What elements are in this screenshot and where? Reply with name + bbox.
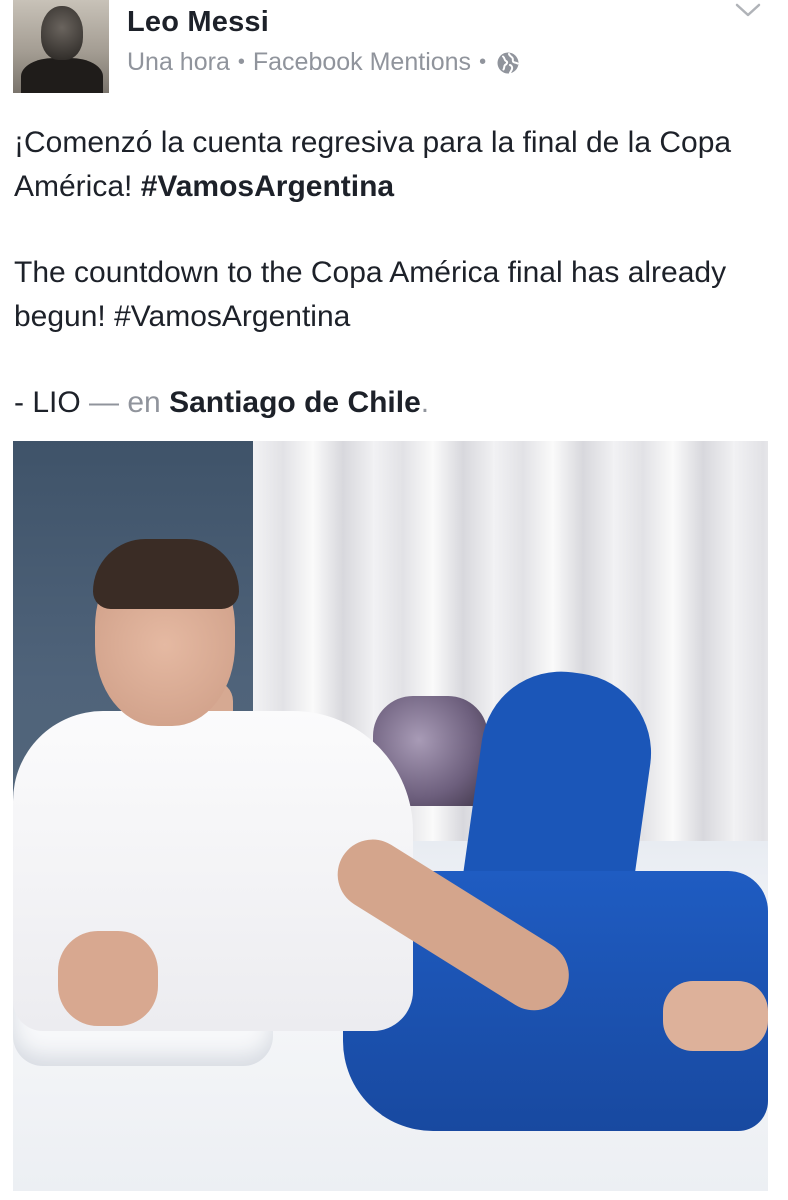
location-link[interactable]: Santiago de Chile <box>169 386 421 419</box>
avatar-head-shape <box>41 6 83 60</box>
photo-foot <box>663 981 768 1051</box>
post-meta: Una hora • Facebook Mentions • <box>127 48 520 77</box>
signature: - LIO <box>14 386 81 419</box>
chevron-down-icon[interactable] <box>734 0 762 20</box>
hashtag-link[interactable]: #VamosArgentina <box>141 170 394 203</box>
post-body: ¡Comenzó la cuenta regresiva para la fin… <box>14 121 774 425</box>
period: . <box>420 386 430 419</box>
avatar-body-shape <box>21 58 103 93</box>
photo-hair <box>93 539 239 609</box>
post-text-english: The countdown to the Copa América final … <box>14 256 727 333</box>
post-header: Leo Messi Una hora • Facebook Mentions • <box>0 0 788 100</box>
post-photo[interactable] <box>13 441 768 1191</box>
dash: — <box>80 386 128 419</box>
meta-separator: • <box>479 51 487 73</box>
post-time[interactable]: Una hora <box>127 48 230 77</box>
globe-icon[interactable] <box>496 51 520 75</box>
post-signature-line: - LIO — en Santiago de Chile. <box>14 381 774 425</box>
post-source[interactable]: Facebook Mentions <box>253 48 471 77</box>
post-text-spanish: ¡Comenzó la cuenta regresiva para la fin… <box>14 121 774 209</box>
meta-separator: • <box>237 51 245 73</box>
photo-hand <box>58 931 158 1026</box>
author-avatar[interactable] <box>13 0 109 93</box>
location-prefix: en <box>127 386 170 419</box>
author-name[interactable]: Leo Messi <box>127 6 269 39</box>
